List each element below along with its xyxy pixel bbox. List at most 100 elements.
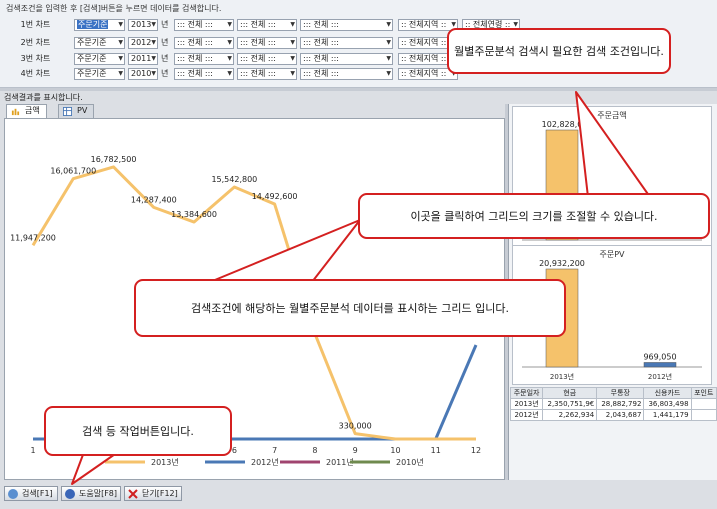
- callout-grid-text: 검색조건에 해당하는 월별주문분석 데이터를 표시하는 그리드 입니다.: [191, 301, 509, 315]
- data-label: 330,000: [339, 422, 372, 431]
- x-tick-label: 12: [471, 446, 481, 455]
- all3-select[interactable]: ::: 전체 ::: ▼: [300, 68, 393, 80]
- chevron-down-icon: ▼: [118, 39, 123, 46]
- select-value: 2010: [131, 69, 152, 78]
- year-unit: 년: [161, 20, 169, 29]
- table-cell: [690, 409, 717, 421]
- select-value: ::: 전체 :::: [240, 20, 276, 29]
- legend-label: 2012년: [251, 457, 279, 467]
- select-value: :: 전체지역 ::: [401, 69, 447, 78]
- column-header[interactable]: 무통장: [596, 387, 645, 399]
- legend-label: 2010년: [396, 457, 424, 467]
- chevron-down-icon: ▼: [227, 21, 232, 28]
- all2-select[interactable]: ::: 전체 ::: ▼: [237, 37, 297, 49]
- all3-select[interactable]: ::: 전체 ::: ▼: [300, 19, 393, 31]
- horizontal-splitter[interactable]: [0, 88, 717, 91]
- select-value: ::: 전체 :::: [177, 38, 213, 47]
- chevron-down-icon: ▼: [151, 21, 156, 28]
- basis-select[interactable]: 주문기준 ▼: [74, 68, 125, 80]
- data-label: 11,947,200: [10, 233, 56, 242]
- search-button-label: 검색[F1]: [22, 489, 53, 498]
- row-label: 2번 차트: [20, 38, 51, 47]
- basis-select[interactable]: 주문기준 ▼: [74, 19, 125, 31]
- year-select[interactable]: 2010 ▼: [128, 68, 158, 80]
- column-header[interactable]: 포인트: [690, 387, 717, 399]
- table-row[interactable]: 2012년 2,262,934 2,043,687 1,441,179: [509, 409, 717, 421]
- table-row[interactable]: 2013년 2,350,751,9€ 28,882,792 36,803,498: [509, 398, 717, 410]
- data-label: 15,542,800: [211, 175, 257, 184]
- chevron-down-icon: ▼: [290, 39, 295, 46]
- column-header[interactable]: 신용카드: [643, 387, 692, 399]
- close-button[interactable]: 닫기[F12]: [124, 486, 182, 501]
- select-value: 주문기준: [77, 69, 107, 78]
- select-value: ::: 전체 :::: [177, 69, 213, 78]
- tab-label: PV: [77, 106, 88, 115]
- chevron-down-icon: ▼: [118, 70, 123, 77]
- row-label: 3번 차트: [20, 54, 51, 63]
- year-select[interactable]: 2013 ▼: [128, 19, 158, 31]
- all2-select[interactable]: ::: 전체 ::: ▼: [237, 19, 297, 31]
- bar-label: 969,050: [643, 352, 676, 361]
- chevron-down-icon: ▼: [386, 21, 391, 28]
- basis-select[interactable]: 주문기준 ▼: [74, 37, 125, 49]
- select-value: 주문기준: [77, 38, 107, 47]
- tab-amount[interactable]: 금액: [6, 104, 47, 118]
- table-cell: 2012년: [509, 409, 544, 421]
- chevron-down-icon: ▼: [151, 39, 156, 46]
- x-tick-label: 7: [272, 446, 277, 455]
- x-tick-label: 8: [312, 446, 317, 455]
- help-button-label: 도움말[F8]: [79, 489, 118, 498]
- column-header[interactable]: 현금: [542, 387, 598, 399]
- table-cell: 2013년: [509, 398, 544, 410]
- callout-condition: 월별주문분석 검색시 필요한 검색 조건입니다.: [447, 28, 671, 74]
- table-cell: 2,043,687: [596, 409, 645, 421]
- select-value: 주문기준: [77, 54, 107, 63]
- year-unit: 년: [161, 54, 169, 63]
- table-cell: 1,441,179: [643, 409, 692, 421]
- data-label: 16,782,500: [91, 155, 137, 164]
- select-value: :: 전체지역 ::: [401, 20, 447, 29]
- year-unit: 년: [161, 38, 169, 47]
- year-select[interactable]: 2011 ▼: [128, 53, 158, 65]
- all3-select[interactable]: ::: 전체 ::: ▼: [300, 53, 393, 65]
- all1-select[interactable]: ::: 전체 ::: ▼: [174, 68, 234, 80]
- column-header[interactable]: 주문일자: [509, 387, 544, 399]
- basis-select[interactable]: 주문기준 ▼: [74, 53, 125, 65]
- table-cell: 2,262,934: [542, 409, 598, 421]
- bar-label: 20,932,200: [539, 259, 585, 268]
- legend-label: 2013년: [151, 457, 179, 467]
- all2-select[interactable]: ::: 전체 ::: ▼: [237, 53, 297, 65]
- all1-select[interactable]: ::: 전체 ::: ▼: [174, 53, 234, 65]
- select-value: ::: 전체 :::: [303, 69, 339, 78]
- category-label: 2012년: [648, 372, 672, 381]
- year-select[interactable]: 2012 ▼: [128, 37, 158, 49]
- x-tick-label: 1: [30, 446, 35, 455]
- select-value: ::: 전체 :::: [303, 20, 339, 29]
- tab-pv[interactable]: PV: [58, 104, 95, 118]
- bar-label: 102,828,0: [542, 120, 583, 129]
- all1-select[interactable]: ::: 전체 ::: ▼: [174, 37, 234, 49]
- search-icon: [8, 489, 18, 499]
- help-button[interactable]: 도움말[F8]: [61, 486, 121, 501]
- search-button[interactable]: 검색[F1]: [4, 486, 58, 501]
- chevron-down-icon: ▼: [386, 39, 391, 46]
- help-icon: [65, 489, 75, 499]
- chevron-down-icon: ▼: [386, 55, 391, 62]
- select-value: ::: 전체 :::: [240, 54, 276, 63]
- select-value: :: 전체지역 ::: [401, 38, 447, 47]
- table-cell: 28,882,792: [596, 398, 645, 410]
- all1-select[interactable]: ::: 전체 ::: ▼: [174, 19, 234, 31]
- summary-grid[interactable]: 주문일자 현금 무통장 신용카드 포인트 2013년 2,350,751,9€ 28,882…: [509, 387, 717, 421]
- row-label: 1번 차트: [20, 20, 51, 29]
- select-value: 2012: [131, 38, 152, 47]
- chevron-down-icon: ▼: [118, 21, 123, 28]
- chart-icon: [11, 108, 20, 116]
- callout-condition-text: 월별주문분석 검색시 필요한 검색 조건입니다.: [454, 44, 664, 58]
- region-select[interactable]: :: 전체지역 ::▼: [398, 19, 458, 31]
- callout-buttons: 검색 등 작업버튼입니다.: [44, 406, 232, 456]
- table-cell: [690, 398, 717, 410]
- chevron-down-icon: ▼: [290, 70, 295, 77]
- result-hint: 검색결과를 표시합니다.: [4, 93, 83, 102]
- all2-select[interactable]: ::: 전체 ::: ▼: [237, 68, 297, 80]
- all3-select[interactable]: ::: 전체 ::: ▼: [300, 37, 393, 49]
